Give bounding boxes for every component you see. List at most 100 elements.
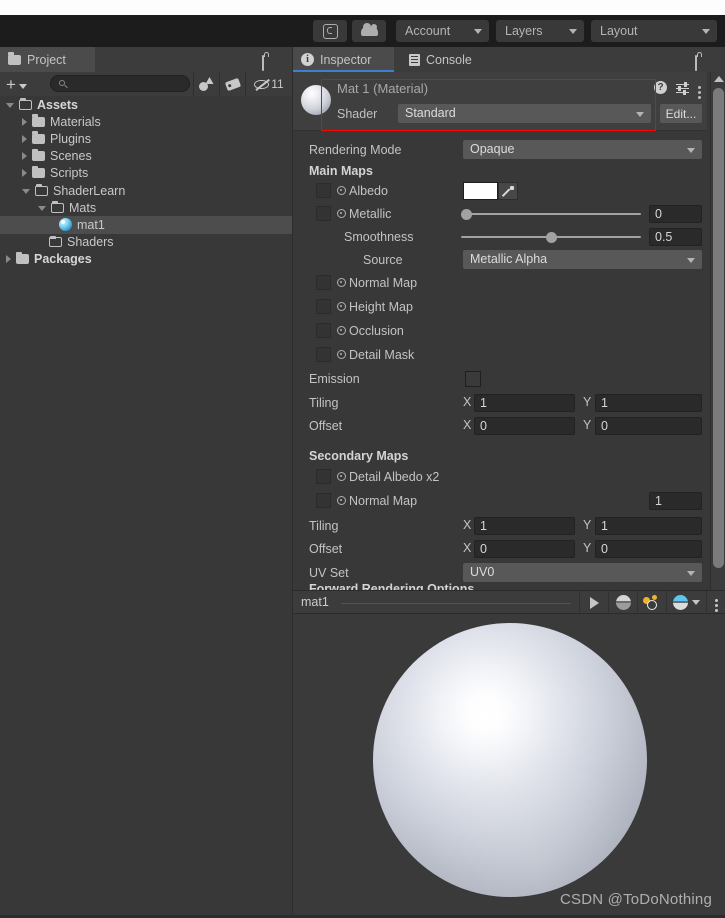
tree-item-plugins[interactable]: Plugins bbox=[0, 130, 292, 147]
twisty-closed-icon[interactable] bbox=[22, 169, 27, 178]
tree-item-label: Plugins bbox=[50, 131, 91, 146]
main-tiling-x-field[interactable]: 1 bbox=[474, 394, 575, 412]
chevron-down-icon bbox=[569, 29, 577, 34]
filter-by-label-button[interactable] bbox=[219, 72, 245, 96]
occlusion-target-icon[interactable] bbox=[337, 326, 346, 335]
source-dropdown[interactable]: Metallic Alpha bbox=[463, 250, 702, 269]
height-map-texture-slot[interactable] bbox=[316, 299, 331, 314]
tree-item-scenes[interactable]: Scenes bbox=[0, 148, 292, 165]
tab-project[interactable]: Project bbox=[0, 47, 95, 72]
height-map-label: Height Map bbox=[349, 300, 413, 314]
uv-set-dropdown[interactable]: UV0 bbox=[463, 563, 702, 582]
detail-albedo-target-icon[interactable] bbox=[337, 472, 346, 481]
project-lock-button[interactable] bbox=[262, 55, 264, 71]
help-icon[interactable]: ? bbox=[654, 81, 667, 94]
inspector-scrollbar[interactable] bbox=[710, 72, 725, 635]
scroll-up-arrow-icon[interactable] bbox=[714, 76, 724, 82]
cloud-button[interactable] bbox=[352, 20, 386, 42]
detail-mask-target-icon[interactable] bbox=[337, 350, 346, 359]
smoothness-value: 0.5 bbox=[655, 230, 673, 244]
twisty-closed-icon[interactable] bbox=[22, 152, 27, 161]
height-map-target-icon[interactable] bbox=[337, 302, 346, 311]
kebab-menu-icon[interactable] bbox=[698, 86, 701, 89]
secondary-tiling-x-field[interactable]: 1 bbox=[474, 517, 575, 535]
layout-dropdown[interactable]: Layout bbox=[591, 20, 717, 42]
tree-item-scripts[interactable]: Scripts bbox=[0, 165, 292, 182]
detail-mask-texture-slot[interactable] bbox=[316, 347, 331, 362]
twisty-closed-icon[interactable] bbox=[6, 255, 11, 264]
tree-item-mats[interactable]: Mats bbox=[0, 199, 292, 216]
filter-by-type-button[interactable] bbox=[193, 72, 219, 96]
inspector-lock-button[interactable] bbox=[695, 55, 697, 71]
occlusion-texture-slot[interactable] bbox=[316, 323, 331, 338]
skybox-button[interactable] bbox=[666, 591, 706, 614]
metallic-value-field[interactable]: 0 bbox=[649, 205, 702, 223]
normal-map-texture-slot[interactable] bbox=[316, 275, 331, 290]
secondary-normal-value: 1 bbox=[655, 494, 662, 508]
preview-name: mat1 bbox=[301, 595, 329, 609]
folder-icon bbox=[32, 114, 45, 127]
albedo-target-icon[interactable] bbox=[337, 186, 346, 195]
main-offset-y-field[interactable]: 0 bbox=[595, 417, 702, 435]
hidden-packages-button[interactable]: 11 bbox=[245, 72, 292, 96]
twisty-open-icon[interactable] bbox=[6, 103, 14, 109]
row-height-map: Height Map bbox=[293, 296, 707, 318]
folder-open-icon bbox=[51, 201, 64, 213]
account-dropdown[interactable]: Account bbox=[396, 20, 489, 42]
collab-button[interactable] bbox=[313, 20, 347, 42]
smoothness-value-field[interactable]: 0.5 bbox=[649, 228, 702, 246]
twisty-open-icon[interactable] bbox=[38, 206, 46, 212]
metallic-target-icon[interactable] bbox=[337, 209, 346, 218]
rendering-mode-value: Opaque bbox=[470, 142, 515, 156]
emission-color-swatch[interactable] bbox=[465, 371, 481, 387]
tree-item-assets[interactable]: Assets bbox=[0, 96, 292, 113]
tab-console[interactable]: Console bbox=[401, 47, 491, 72]
tree-item-shaders[interactable]: Shaders bbox=[0, 234, 292, 251]
play-preview-button[interactable] bbox=[579, 591, 608, 614]
secondary-normal-texture-slot[interactable] bbox=[316, 493, 331, 508]
smoothness-slider-knob[interactable] bbox=[546, 232, 557, 243]
create-asset-button[interactable]: + bbox=[6, 76, 27, 93]
twisty-closed-icon[interactable] bbox=[22, 134, 27, 143]
secondary-tiling-y-field[interactable]: 1 bbox=[595, 517, 702, 535]
secondary-offset-y-field[interactable]: 0 bbox=[595, 540, 702, 558]
editor-toolbar: Account Layers Layout bbox=[0, 15, 725, 47]
albedo-texture-slot[interactable] bbox=[316, 183, 331, 198]
albedo-color-swatch[interactable] bbox=[463, 182, 498, 200]
secondary-offset-x-field[interactable]: 0 bbox=[474, 540, 575, 558]
normal-map-target-icon[interactable] bbox=[337, 278, 346, 287]
project-tabbar: Project bbox=[0, 47, 292, 72]
tab-inspector[interactable]: i Inspector bbox=[293, 47, 394, 72]
twisty-closed-icon[interactable] bbox=[22, 117, 27, 126]
search-input[interactable] bbox=[50, 75, 190, 92]
lighting-button[interactable] bbox=[637, 591, 666, 614]
metallic-slider-knob[interactable] bbox=[461, 209, 472, 220]
tab-project-label: Project bbox=[27, 52, 66, 67]
tree-item-mat1[interactable]: mat1 bbox=[0, 216, 292, 234]
detail-albedo-texture-slot[interactable] bbox=[316, 469, 331, 484]
metallic-slider-track[interactable] bbox=[461, 213, 641, 215]
preview-menu-button[interactable] bbox=[706, 591, 725, 614]
tree-item-shaderlearn[interactable]: ShaderLearn bbox=[0, 182, 292, 199]
layout-label: Layout bbox=[600, 24, 638, 38]
secondary-normal-target-icon[interactable] bbox=[337, 496, 346, 505]
albedo-color-picker-button[interactable] bbox=[498, 182, 518, 200]
main-tiling-y-field[interactable]: 1 bbox=[595, 394, 702, 412]
secondary-normal-value-field[interactable]: 1 bbox=[649, 492, 702, 510]
shading-mode-button[interactable] bbox=[608, 591, 637, 614]
metallic-texture-slot[interactable] bbox=[316, 206, 331, 221]
material-header-icons: ? bbox=[654, 81, 701, 95]
edit-shader-button[interactable]: Edit... bbox=[660, 104, 702, 123]
tree-item-packages[interactable]: Packages bbox=[0, 251, 292, 268]
shader-dropdown[interactable]: Standard bbox=[398, 104, 651, 123]
preset-icon[interactable] bbox=[676, 81, 689, 95]
lighting-icon bbox=[643, 595, 661, 610]
tree-item-materials[interactable]: Materials bbox=[0, 113, 292, 130]
scrollbar-thumb[interactable] bbox=[713, 88, 724, 568]
twisty-open-icon[interactable] bbox=[22, 189, 30, 195]
main-offset-x-field[interactable]: 0 bbox=[474, 417, 575, 435]
material-preview-area[interactable]: CSDN @ToDoNothing bbox=[293, 614, 725, 918]
rendering-mode-dropdown[interactable]: Opaque bbox=[463, 140, 702, 159]
layers-dropdown[interactable]: Layers bbox=[496, 20, 584, 42]
row-detail-albedo: Detail Albedo x2 bbox=[293, 466, 707, 488]
